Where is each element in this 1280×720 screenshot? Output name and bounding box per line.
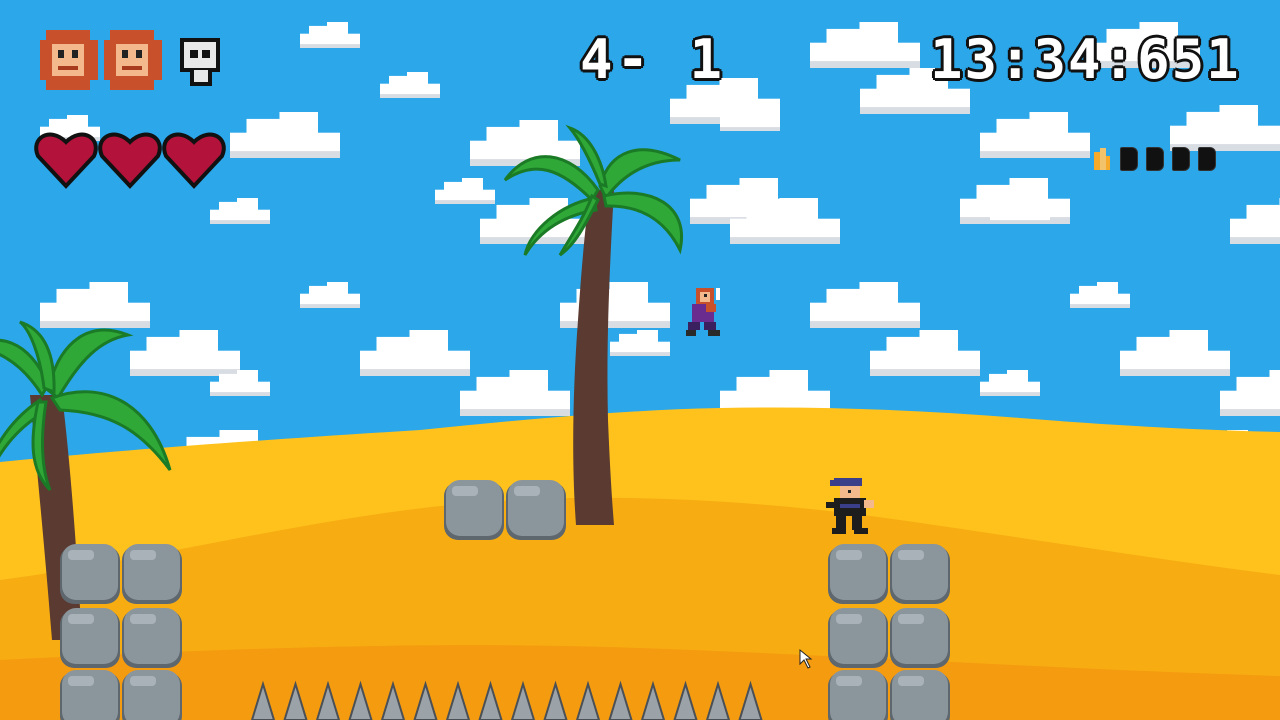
rock-block: [828, 608, 888, 668]
collectible-slot: [1198, 147, 1216, 171]
health-hearts: [34, 132, 226, 189]
timer-display: 13:34:651: [930, 28, 1241, 91]
rock-block: [122, 608, 182, 668]
player-head-icon: [104, 30, 162, 90]
rock-block: [60, 544, 120, 604]
collectible-slot: [1120, 147, 1138, 171]
game-scene: [0, 0, 1280, 720]
desert-ground: [0, 407, 1280, 720]
lives-display: [40, 30, 220, 90]
rock-block: [828, 670, 888, 720]
rock-block: [122, 544, 182, 604]
rock-block: [122, 670, 182, 720]
collectible-slot: [1146, 147, 1164, 171]
game-screen[interactable]: 4- 1 13:34:651: [0, 0, 1280, 720]
rock-block: [60, 670, 120, 720]
rock-block: [444, 480, 504, 540]
collectible-slot: [1172, 147, 1190, 171]
rock-block: [890, 544, 950, 604]
rock-block: [890, 670, 950, 720]
collectibles-counter: [1092, 146, 1216, 172]
rock-block: [60, 608, 120, 668]
rock-block: [828, 544, 888, 604]
player-head-icon: [40, 30, 98, 90]
level-indicator: 4- 1: [580, 28, 727, 91]
gem-icon: [1094, 148, 1110, 170]
rock-block: [506, 480, 566, 540]
rock-block: [890, 608, 950, 668]
